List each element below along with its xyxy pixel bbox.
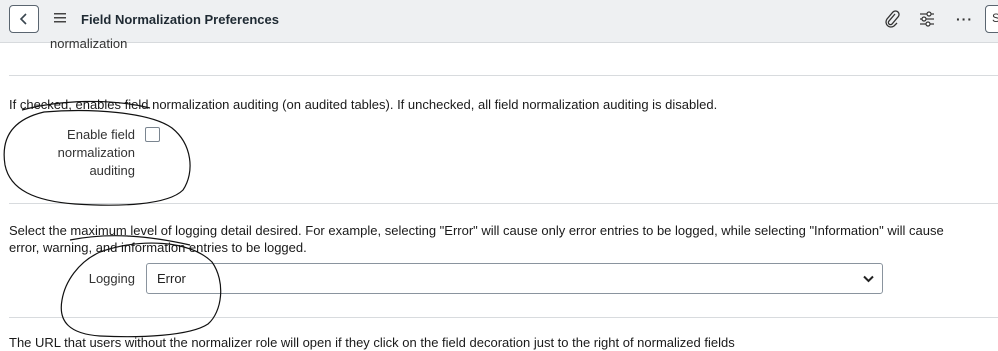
enable-auditing-label-line: Enable field bbox=[67, 127, 135, 142]
chevron-down-icon bbox=[863, 275, 874, 283]
logging-select-value: Error bbox=[157, 271, 186, 286]
enable-auditing-label: Enable field normalization auditing bbox=[20, 126, 135, 180]
paperclip-icon[interactable] bbox=[884, 10, 900, 28]
edge-button[interactable]: S bbox=[985, 5, 998, 33]
url-help-text-partial: The URL that users without the normalize… bbox=[9, 335, 735, 350]
page-title: Field Normalization Preferences bbox=[81, 12, 279, 27]
sliders-icon[interactable] bbox=[919, 10, 935, 28]
logging-select[interactable]: Error bbox=[146, 263, 883, 294]
logging-label: Logging bbox=[88, 271, 135, 286]
section-divider bbox=[9, 75, 998, 76]
section-divider bbox=[9, 317, 998, 318]
logging-help-line: Select the maximum level of logging deta… bbox=[9, 223, 944, 238]
section-divider bbox=[9, 203, 998, 204]
header-bar: Field Normalization Preferences ··· S bbox=[0, 0, 998, 43]
more-options-icon[interactable]: ··· bbox=[956, 11, 973, 27]
enable-auditing-label-line: normalization bbox=[57, 145, 135, 160]
logging-help-line: error, warning, and information entries … bbox=[9, 240, 307, 255]
logging-help-text: Select the maximum level of logging deta… bbox=[9, 222, 944, 256]
edge-button-label: S bbox=[992, 11, 998, 25]
auditing-help-text: If checked, enables field normalization … bbox=[9, 97, 718, 112]
previous-field-label-clipped: normalization bbox=[50, 36, 128, 51]
hamburger-menu-icon[interactable] bbox=[54, 13, 66, 23]
enable-auditing-label-line: auditing bbox=[89, 163, 135, 178]
chevron-left-icon bbox=[19, 13, 27, 25]
back-button[interactable] bbox=[9, 5, 39, 33]
enable-auditing-checkbox[interactable] bbox=[145, 127, 160, 142]
